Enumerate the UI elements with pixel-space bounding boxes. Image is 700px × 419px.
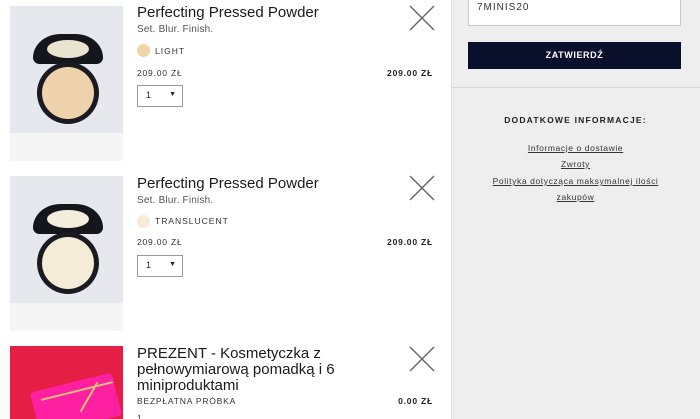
quantity-select[interactable]: 1 ▼ bbox=[137, 255, 183, 277]
close-icon[interactable] bbox=[409, 346, 435, 372]
product-name[interactable]: Perfecting Pressed Powder bbox=[137, 175, 319, 193]
line-total: 209.00 ZŁ bbox=[387, 68, 433, 78]
compact-case bbox=[37, 232, 99, 294]
compact-mirror bbox=[47, 210, 89, 228]
cart-item: PREZENT - Kosmetyczka z pełnowymiarową p… bbox=[0, 340, 451, 419]
unit-price: 209.00 ZŁ bbox=[137, 237, 183, 247]
quantity-value: 1 bbox=[146, 90, 152, 100]
product-image[interactable] bbox=[10, 346, 123, 419]
product-name-line[interactable]: miniproduktami bbox=[137, 378, 239, 394]
caret-down-icon: ▼ bbox=[169, 91, 176, 98]
unit-price: 209.00 ZŁ bbox=[137, 68, 183, 78]
close-icon[interactable] bbox=[409, 175, 435, 201]
cosmetic-pouch bbox=[29, 372, 123, 419]
quantity-value: 1 bbox=[137, 413, 143, 419]
product-image[interactable] bbox=[10, 6, 123, 161]
line-total: 209.00 ZŁ bbox=[387, 237, 433, 247]
link-returns[interactable]: Zwroty bbox=[451, 159, 700, 169]
close-icon[interactable] bbox=[409, 5, 435, 31]
sidebar-divider bbox=[451, 87, 700, 88]
product-name[interactable]: Perfecting Pressed Powder bbox=[137, 4, 319, 22]
product-name-line[interactable]: PREZENT - Kosmetyczka z bbox=[137, 346, 321, 362]
compact-case bbox=[37, 62, 99, 124]
product-subtitle: Set. Blur. Finish. bbox=[137, 195, 214, 206]
link-shipping-info[interactable]: Informacje o dostawie bbox=[451, 143, 700, 153]
promo-code-input[interactable]: 7MINIS20 bbox=[468, 0, 681, 26]
link-max-quantity-policy[interactable]: Polityka dotycząca maksymalnej ilości bbox=[451, 176, 700, 186]
line-total: 0.00 ZŁ bbox=[398, 396, 433, 406]
product-subtitle: Set. Blur. Finish. bbox=[137, 24, 214, 35]
caret-down-icon: ▼ bbox=[169, 261, 176, 268]
cart-item: Perfecting Pressed Powder Set. Blur. Fin… bbox=[0, 170, 451, 340]
product-name-line[interactable]: pełnowymiarową pomadką i 6 bbox=[137, 362, 335, 378]
product-image[interactable] bbox=[10, 176, 123, 331]
shade-name: LIGHT bbox=[155, 46, 186, 56]
image-footer bbox=[10, 133, 123, 161]
image-footer bbox=[10, 303, 123, 331]
quantity-select[interactable]: 1 ▼ bbox=[137, 85, 183, 107]
shade-swatch bbox=[137, 44, 150, 57]
shade-name: TRANSLUCENT bbox=[155, 216, 229, 226]
cart-item: Perfecting Pressed Powder Set. Blur. Fin… bbox=[0, 0, 451, 170]
promo-code-value: 7MINIS20 bbox=[477, 2, 530, 13]
quantity-value: 1 bbox=[146, 260, 152, 270]
compact-lid bbox=[33, 34, 103, 64]
shade-swatch bbox=[137, 215, 150, 228]
cart-items-panel: Perfecting Pressed Powder Set. Blur. Fin… bbox=[0, 0, 451, 419]
powder-pan bbox=[42, 67, 94, 119]
sample-label: BEZPŁATNA PRÓBKA bbox=[137, 396, 237, 406]
compact-lid bbox=[33, 204, 103, 234]
link-max-quantity-policy-cont[interactable]: zakupów bbox=[451, 192, 700, 202]
compact-mirror bbox=[47, 40, 89, 58]
powder-pan bbox=[42, 237, 94, 289]
additional-info-title: DODATKOWE INFORMACJE: bbox=[504, 115, 647, 125]
apply-promo-button[interactable]: ZATWIERDŹ bbox=[468, 42, 681, 69]
